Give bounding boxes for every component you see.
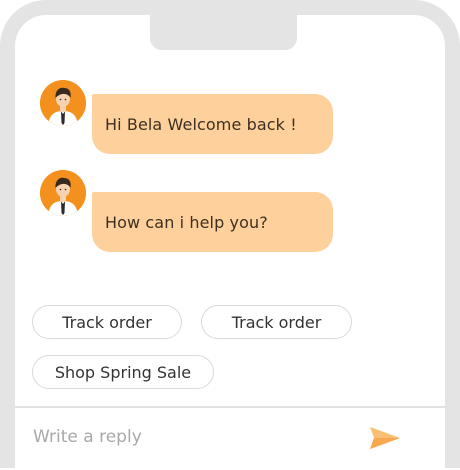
quick-reply-track-order[interactable]: Track order — [32, 305, 182, 339]
agent-message-bubble: How can i help you? — [92, 192, 333, 252]
quick-reply-label: Track order — [62, 312, 152, 332]
message-text: How can i help you? — [105, 212, 268, 232]
agent-avatar-icon — [40, 170, 86, 216]
message-text: Hi Bela Welcome back ! — [105, 114, 297, 134]
quick-reply-label: Shop Spring Sale — [54, 362, 192, 382]
quick-reply-label: Track order — [231, 312, 322, 332]
quick-reply-shop-spring-sale[interactable]: Shop Spring Sale — [32, 355, 214, 389]
agent-avatar — [40, 170, 86, 216]
reply-composer — [15, 406, 445, 470]
phone-notch — [150, 0, 297, 50]
send-button[interactable] — [367, 423, 403, 453]
agent-avatar — [40, 80, 86, 126]
reply-input[interactable] — [33, 422, 333, 452]
paper-plane-icon — [370, 427, 400, 449]
quick-reply-track-order[interactable]: Track order — [201, 305, 352, 339]
agent-avatar-icon — [40, 80, 86, 126]
agent-message-bubble: Hi Bela Welcome back ! — [92, 94, 333, 154]
